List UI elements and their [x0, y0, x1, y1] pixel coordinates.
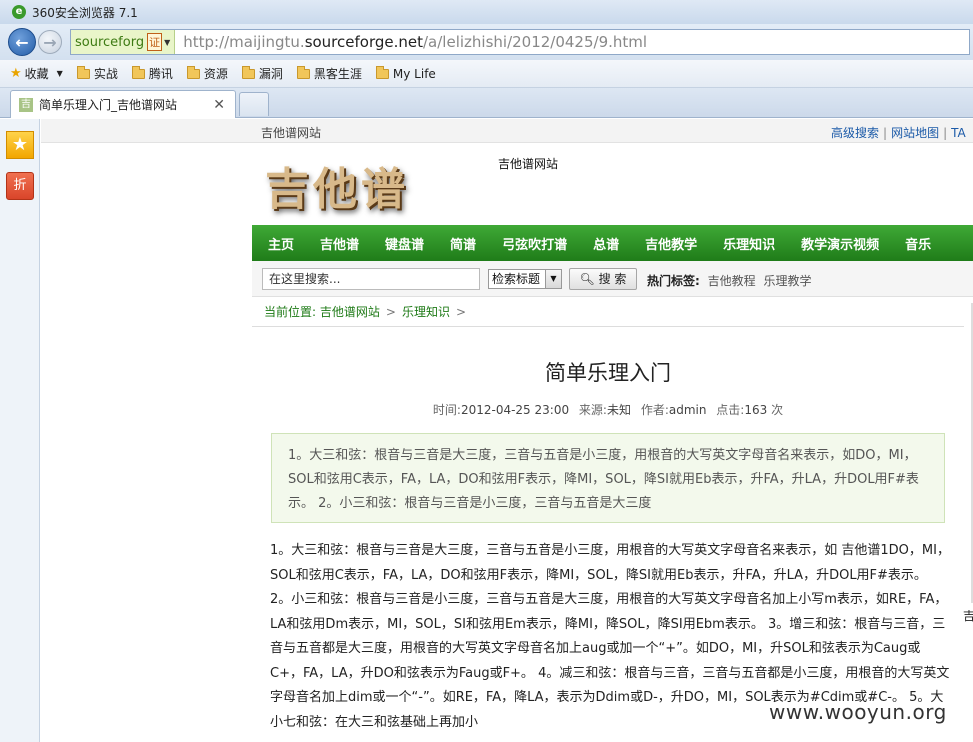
folder-icon — [375, 65, 389, 79]
hot-tags-label: 热门标签: — [647, 274, 700, 288]
article-clicks: 163 — [744, 403, 768, 417]
browser-title: 360安全浏览器 7.1 — [32, 5, 138, 20]
new-tab-button[interactable] — [239, 92, 269, 116]
address-toolbar: ← → sourceforg 证 ▼ http://maijingtu.sour… — [0, 24, 973, 60]
nav-numbered-scores[interactable]: 简谱 — [450, 234, 476, 253]
nav-guitar-lessons[interactable]: 吉他教学 — [645, 234, 697, 253]
forward-button[interactable]: → — [38, 30, 62, 54]
bookmark-folder-shizhan[interactable]: 实战 — [76, 65, 118, 82]
search-row: 在这里搜索... 检索标题 ▼ 🔍︎ 搜 索 热门标签: 吉他教程 乐理教学 — [252, 261, 973, 297]
breadcrumb-home-link[interactable]: 吉他谱网站 — [320, 305, 380, 319]
nav-music[interactable]: 音乐 — [905, 234, 931, 253]
search-input[interactable]: 在这里搜索... — [262, 268, 480, 290]
bookmark-label: My Life — [392, 66, 436, 81]
chevron-down-icon: ▼ — [164, 37, 171, 47]
sidebar-cut-text: 吉 — [963, 609, 973, 623]
advanced-search-link[interactable]: 高级搜索 — [831, 126, 879, 140]
bookmark-folder-heike[interactable]: 黑客生涯 — [296, 65, 362, 82]
bookmark-label: 收藏 — [24, 67, 49, 81]
bookmark-folder-mylife[interactable]: My Life — [375, 65, 436, 81]
search-button-label: 搜 索 — [598, 272, 627, 286]
chevron-down-icon: ▼ — [545, 270, 561, 288]
hot-tag-link[interactable]: 吉他教程 — [708, 274, 756, 288]
search-icon: 🔍︎ — [579, 272, 595, 286]
top-links: 高级搜索 | 网站地图 | TA — [831, 126, 966, 140]
nav-guitar-tabs[interactable]: 吉他谱 — [320, 234, 359, 253]
site-top-strip: 吉他谱网站 高级搜索 | 网站地图 | TA — [41, 119, 973, 143]
nav-demo-videos[interactable]: 教学演示视频 — [801, 234, 879, 253]
discount-icon[interactable]: 折 — [6, 172, 34, 200]
bookmark-folder-ziyuan[interactable]: 资源 — [186, 65, 228, 82]
url-domain: sourceforge.net — [304, 33, 423, 51]
breadcrumb-category-link[interactable]: 乐理知识 — [402, 305, 450, 319]
chevron-right-icon: > — [385, 305, 396, 319]
search-scope-value: 检索标题 — [492, 272, 541, 286]
chevron-down-icon: ▼ — [56, 69, 63, 78]
favorites-star-icon[interactable]: ★ — [6, 131, 34, 159]
bookmark-label: 实战 — [93, 67, 118, 81]
watermark: www.wooyun.org — [769, 700, 947, 724]
sitemap-link[interactable]: 网站地图 — [891, 126, 939, 140]
folder-icon — [186, 65, 200, 79]
chevron-right-icon: > — [455, 305, 467, 319]
article-meta: 时间:2012-04-25 23:00 来源:未知 作者:admin 点击:16… — [432, 403, 784, 417]
folder-icon — [76, 65, 90, 79]
search-scope-select[interactable]: 检索标题 ▼ — [488, 269, 562, 289]
cert-badge: 证 — [147, 33, 163, 51]
hot-tag-link[interactable]: 乐理教学 — [763, 274, 811, 288]
tab-title: 简单乐理入门_吉他谱网站 — [39, 98, 178, 112]
search-button[interactable]: 🔍︎ 搜 索 — [569, 268, 637, 290]
bookmark-label: 资源 — [203, 67, 228, 81]
hot-tags: 热门标签: 吉他教程 乐理教学 — [647, 272, 812, 289]
article-author: admin — [668, 403, 707, 417]
folder-icon — [241, 65, 255, 79]
bookmark-label: 漏洞 — [258, 67, 283, 81]
breadcrumb-prefix: 当前位置: — [264, 305, 317, 319]
cert-label: sourceforg — [75, 34, 145, 50]
breadcrumb: 当前位置: 吉他谱网站 > 乐理知识 > — [252, 297, 964, 327]
site-name: 吉他谱网站 — [261, 126, 322, 140]
nav-home[interactable]: 主页 — [268, 234, 294, 253]
article-title: 简单乐理入门 — [545, 361, 671, 385]
nav-music-theory[interactable]: 乐理知识 — [723, 234, 775, 253]
folder-icon — [296, 65, 310, 79]
url-text[interactable]: http://maijingtu.sourceforge.net/a/leliz… — [183, 33, 647, 51]
bookmark-label: 腾讯 — [148, 67, 173, 81]
bookmark-favorites[interactable]: ★ 收藏 ▼ — [10, 65, 63, 82]
bookmark-bar: ★ 收藏 ▼ 实战 腾讯 资源 漏洞 黑客生涯 My Life — [0, 60, 973, 88]
web-page: 吉他谱网站 高级搜索 | 网站地图 | TA 吉他谱 吉他谱网站 主页 吉他谱 键盘谱 … — [41, 119, 973, 742]
tab-bar: 吉 简单乐理入门_吉他谱网站 ✕ — [0, 88, 973, 118]
logo-tagline: 吉他谱网站 — [498, 157, 559, 171]
star-plus-icon: ★ — [10, 66, 22, 81]
site-favicon-icon: 吉 — [19, 97, 33, 112]
nav-keyboard-scores[interactable]: 键盘谱 — [385, 234, 424, 253]
url-prefix: http://maijingtu. — [183, 33, 305, 51]
browser-title-bar: e 360安全浏览器 7.1 — [0, 0, 973, 24]
arrow-right-icon: → — [43, 32, 57, 52]
tags-link[interactable]: TA — [951, 126, 966, 140]
browser-logo-icon: e — [12, 5, 26, 19]
bookmark-label: 黑客生涯 — [313, 67, 362, 81]
article-source: 未知 — [606, 403, 631, 417]
back-button[interactable]: ← — [8, 28, 36, 56]
bookmark-folder-loudong[interactable]: 漏洞 — [241, 65, 283, 82]
article-summary: 1。大三和弦：根音与三音是大三度，三音与五音是小三度，用根音的大写英文字母音名来… — [271, 433, 945, 523]
address-bar[interactable]: sourceforg 证 ▼ http://maijingtu.sourcefo… — [70, 29, 970, 55]
main-nav: 主页 吉他谱 键盘谱 简谱 弓弦吹打谱 总谱 吉他教学 乐理知识 教学演示视频 … — [252, 225, 973, 261]
url-path: /a/lelizhishi/2012/0425/9.html — [423, 33, 648, 51]
bookmark-folder-tengxun[interactable]: 腾讯 — [131, 65, 173, 82]
certificate-indicator[interactable]: sourceforg 证 ▼ — [71, 30, 176, 54]
nav-full-scores[interactable]: 总谱 — [593, 234, 619, 253]
nav-string-wind-scores[interactable]: 弓弦吹打谱 — [502, 234, 567, 253]
tab-active[interactable]: 吉 简单乐理入门_吉他谱网站 ✕ — [10, 90, 236, 118]
article-time: 2012-04-25 23:00 — [460, 403, 570, 417]
folder-icon — [131, 65, 145, 79]
browser-sidebar: ★ 折 — [0, 119, 40, 742]
site-logo[interactable]: 吉他谱 — [265, 153, 409, 217]
close-tab-icon[interactable]: ✕ — [213, 97, 225, 113]
arrow-left-icon: ← — [15, 32, 29, 52]
